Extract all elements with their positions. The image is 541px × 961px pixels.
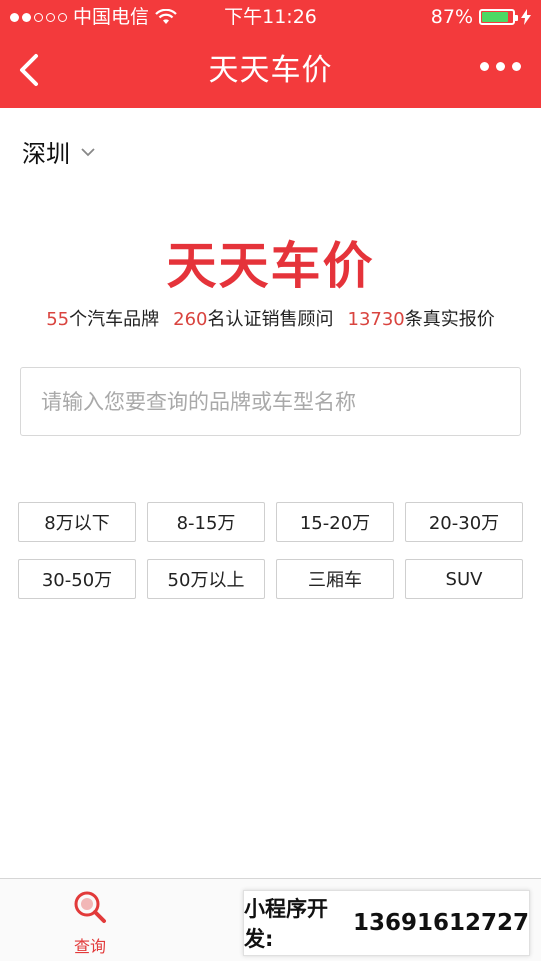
tab-query-label: 查询 [73, 937, 106, 956]
advisor-count-label: 名认证销售顾问 [207, 309, 334, 330]
more-options-icon[interactable] [480, 62, 521, 71]
brand-logo: 天天车价 [166, 237, 375, 295]
quote-count: 13730 [347, 309, 405, 330]
filter-chip-over-50w[interactable]: 50万以上 [147, 559, 265, 599]
price-filter-grid: 8万以下 8-15万 15-20万 20-30万 30-50万 50万以上 三厢… [18, 502, 523, 599]
brand-count: 55 [46, 309, 70, 330]
charging-icon [521, 9, 531, 25]
page-title: 天天车价 [208, 53, 333, 88]
nav-bar: 天天车价 [0, 34, 541, 108]
chevron-down-icon [81, 147, 95, 156]
filter-chip-30-50w[interactable]: 30-50万 [18, 559, 136, 599]
filter-chip-8-15w[interactable]: 8-15万 [147, 502, 265, 542]
contact-watermark: 小程序开发: 13691612727 [243, 890, 530, 956]
search-icon [74, 891, 106, 923]
header: 中国电信 下午11:26 87% 天天车价 [0, 0, 541, 108]
brand-count-label: 个汽车品牌 [69, 309, 160, 330]
search-input[interactable] [21, 368, 520, 435]
battery-percent: 87% [430, 6, 473, 28]
watermark-label: 小程序开发: [244, 897, 328, 951]
filter-chip-under-8w[interactable]: 8万以下 [18, 502, 136, 542]
search-box [20, 367, 521, 436]
filter-chip-20-30w[interactable]: 20-30万 [405, 502, 523, 542]
advisor-count: 260 [173, 309, 208, 330]
battery-fill [482, 12, 509, 22]
tab-query[interactable]: 查询 [52, 889, 128, 957]
status-bar: 中国电信 下午11:26 87% [0, 0, 541, 34]
filter-chip-15-20w[interactable]: 15-20万 [276, 502, 394, 542]
filter-chip-suv[interactable]: SUV [405, 559, 523, 599]
quote-count-label: 条真实报价 [404, 309, 495, 330]
city-selector[interactable]: 深圳 [22, 134, 96, 169]
stats-line: 55个汽车品牌 260名认证销售顾问 13730条真实报价 [0, 305, 541, 331]
battery-icon [479, 9, 518, 25]
city-name: 深圳 [22, 140, 70, 168]
watermark-phone: 13691612727 [352, 910, 529, 936]
filter-chip-sedan[interactable]: 三厢车 [276, 559, 394, 599]
